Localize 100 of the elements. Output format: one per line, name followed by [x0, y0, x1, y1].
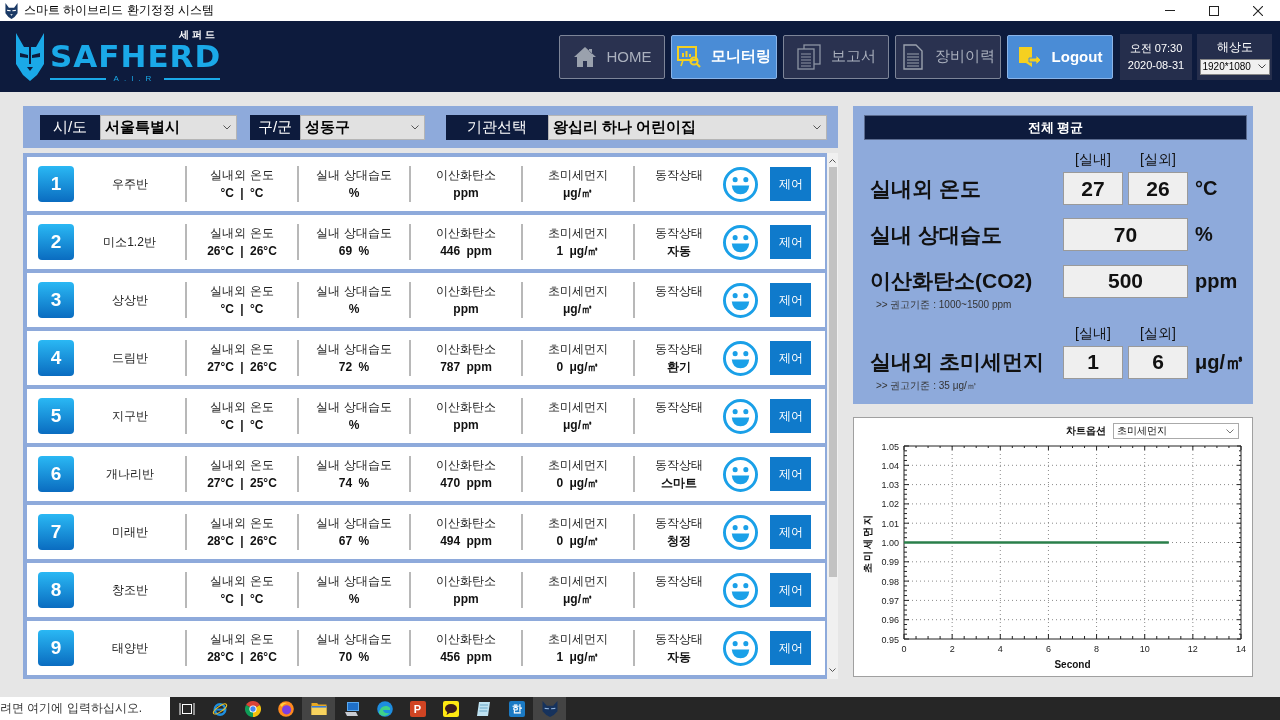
notepad-icon: [475, 701, 492, 717]
nav-tab[interactable]: 장비이력: [895, 34, 1001, 79]
panel-title: 전체 평균: [864, 115, 1247, 140]
control-button[interactable]: 제어: [770, 631, 811, 665]
document-icon: [901, 43, 925, 70]
metric-value: 446 ppm: [440, 243, 492, 260]
search-field[interactable]: 려면 여기에 입력하십시오.: [0, 697, 170, 720]
metric-label: 실내 상대습도: [316, 515, 392, 532]
metric-value: 470 ppm: [440, 475, 492, 492]
filter-label: 시/도: [40, 114, 100, 140]
control-button[interactable]: 제어: [770, 283, 811, 317]
measure-label: 실내외 온도: [869, 175, 982, 202]
control-button[interactable]: 제어: [770, 341, 811, 375]
axis-title: 초미세먼지: [862, 512, 873, 573]
control-button[interactable]: 제어: [770, 399, 811, 433]
filter-dropdown[interactable]: 서울특별시: [100, 114, 237, 140]
taskbar-button[interactable]: [302, 697, 335, 720]
metric-label: 동작상태: [655, 167, 703, 184]
control-button[interactable]: 제어: [770, 167, 811, 201]
chart-option-dropdown[interactable]: 초미세먼지: [1113, 423, 1239, 439]
metric-label: 이산화탄소: [436, 631, 496, 648]
scrollbar-thumb[interactable]: [828, 167, 837, 577]
control-button[interactable]: 제어: [770, 225, 811, 259]
smiley-icon: [723, 398, 758, 434]
close-icon: [1253, 5, 1263, 16]
control-button[interactable]: 제어: [770, 457, 811, 491]
axis-tick-label: 0.96: [881, 615, 899, 626]
logout-button[interactable]: Logout: [1007, 34, 1113, 79]
metric-label: 실내 상대습도: [316, 399, 392, 416]
metric-label: 이산화탄소: [436, 515, 496, 532]
resolution-dropdown[interactable]: 1920*1080: [1199, 58, 1270, 75]
column-heading: [실내]: [1074, 325, 1112, 343]
filter-dropdown[interactable]: 왕십리 하나 어린이집: [548, 114, 827, 140]
metric-value: 74 %: [338, 475, 370, 492]
metric-value: 27°C | 25°C: [207, 475, 277, 492]
nav-tab[interactable]: HOME: [559, 34, 665, 79]
metric-value: 1 μg/㎥: [556, 649, 600, 666]
smiley-icon: [723, 340, 758, 376]
unit-label: °C: [1194, 177, 1219, 200]
metric-label: 실내 상대습도: [316, 457, 392, 474]
smiley-icon: [723, 282, 758, 318]
filter-dropdown[interactable]: 성동구: [300, 114, 425, 140]
metric-label: 실내외 온도: [210, 457, 274, 474]
metric-label: 실내 상대습도: [316, 631, 392, 648]
measure-label: 실내외 초미세먼지: [869, 349, 1045, 376]
chevron-down-icon: [1226, 428, 1234, 434]
computer-icon: [343, 701, 360, 717]
filter-label: 구/군: [250, 114, 300, 140]
metric-label: 초미세먼지: [548, 515, 608, 532]
value-field: 500: [1063, 264, 1188, 298]
metric-value: 27°C | 26°C: [207, 359, 277, 376]
metric-label: 초미세먼지: [548, 283, 608, 300]
chart-search-icon: [677, 45, 701, 68]
taskbar-button[interactable]: 한: [500, 697, 533, 720]
control-button[interactable]: 제어: [770, 573, 811, 607]
guideline-note: >> 권고기준 : 35 μg/㎥: [875, 379, 978, 393]
metric-label: 실내 상대습도: [316, 167, 392, 184]
nav-tab[interactable]: 보고서: [783, 34, 889, 79]
metric-label: 초미세먼지: [548, 341, 608, 358]
room-name: 태양반: [111, 639, 148, 657]
control-button[interactable]: 제어: [770, 515, 811, 549]
room-number: 4: [38, 340, 74, 376]
metric-value: 0 μg/㎥: [556, 475, 600, 492]
flame-globe-icon: [277, 701, 294, 717]
taskbar-button[interactable]: P: [401, 697, 434, 720]
metric-value: 0 μg/㎥: [556, 359, 600, 376]
metric-value: %: [348, 591, 360, 608]
metric-label: 이산화탄소: [436, 573, 496, 590]
scrollbar[interactable]: [827, 153, 838, 679]
axis-tick-label: 1.00: [881, 538, 899, 548]
metric-label: 동작상태: [655, 573, 703, 590]
metric-label: 이산화탄소: [436, 225, 496, 242]
metric-value: 청정: [667, 533, 691, 550]
room-number: 6: [38, 456, 74, 492]
room-number: 8: [38, 572, 74, 608]
folder-icon: [310, 701, 327, 717]
logo-wordmark: SAFHERD: [50, 41, 220, 71]
logo-subtitle: 세퍼드: [179, 29, 218, 41]
metric-label: 초미세먼지: [548, 573, 608, 590]
room-number: 7: [38, 514, 74, 550]
metric-label: 실내외 온도: [210, 573, 274, 590]
metric-label: 이산화탄소: [436, 283, 496, 300]
metric-value: 72 %: [338, 359, 370, 376]
house-icon: [572, 45, 597, 68]
segmented-circle-icon: [244, 701, 261, 717]
metric-label: 이산화탄소: [436, 167, 496, 184]
metric-value: 28°C | 26°C: [207, 649, 277, 666]
app-logo: P: [409, 701, 426, 717]
metric-value: °C | °C: [220, 185, 264, 202]
chevron-down-icon: [829, 668, 836, 672]
metric-label: 이산화탄소: [436, 399, 496, 416]
room-name: 미소1.2반: [103, 233, 156, 251]
dog-head-icon: [15, 32, 45, 81]
nav-tab[interactable]: 모니터링: [671, 34, 777, 79]
metric-value: 70 %: [338, 649, 370, 666]
chevron-up-icon: [829, 159, 836, 163]
metric-value: %: [348, 185, 360, 202]
axis-tick-label: 0.99: [881, 557, 899, 568]
metric-label: 실내 상대습도: [316, 573, 392, 590]
metric-value: ppm: [453, 301, 479, 318]
